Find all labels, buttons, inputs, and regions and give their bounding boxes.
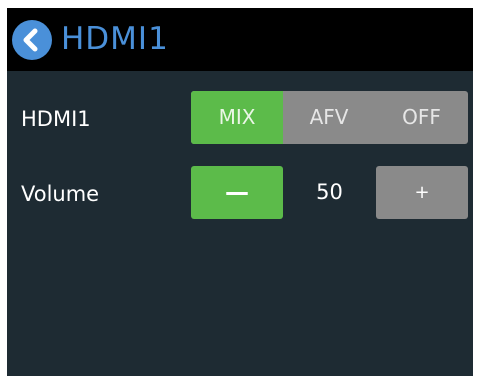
- audio-mode-selector: MIX AFV OFF: [191, 91, 468, 144]
- back-button[interactable]: [12, 20, 52, 60]
- page-title: HDMI1: [61, 21, 169, 57]
- device-screen: HDMI1 HDMI1 MIX AFV OFF Volume — 50 +: [7, 8, 473, 376]
- volume-value: 50: [316, 180, 343, 204]
- mode-option-off[interactable]: OFF: [375, 91, 468, 144]
- volume-label: Volume: [21, 182, 100, 206]
- mode-option-afv[interactable]: AFV: [283, 91, 375, 144]
- volume-decrease-button[interactable]: —: [191, 166, 283, 219]
- header-bar: HDMI1: [7, 8, 473, 71]
- chevron-left-icon: [23, 28, 38, 52]
- audio-mode-label: HDMI1: [21, 107, 91, 131]
- volume-increase-button[interactable]: +: [376, 166, 468, 219]
- mode-option-mix[interactable]: MIX: [191, 91, 283, 144]
